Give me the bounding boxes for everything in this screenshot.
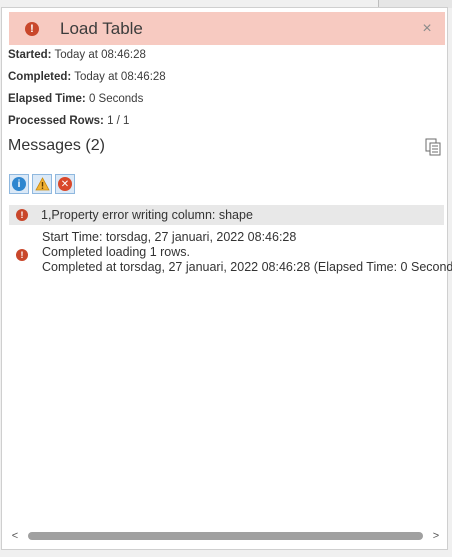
elapsed-label: Elapsed Time: xyxy=(8,93,86,105)
info-icon: i xyxy=(12,177,26,191)
error-icon: ! xyxy=(16,249,28,261)
started-value: Today at 08:46:28 xyxy=(54,49,146,61)
close-button[interactable]: × xyxy=(419,20,435,38)
message-filters: i ✕ xyxy=(9,174,75,194)
messages-list: ! 1,Property error writing column: shape… xyxy=(9,205,452,275)
scroll-left-button[interactable]: < xyxy=(8,530,22,542)
scroll-thumb[interactable] xyxy=(28,532,423,540)
list-item[interactable]: ! Start Time: torsdag, 27 januari, 2022 … xyxy=(9,230,452,275)
processed-rows-row: Processed Rows: 1 / 1 xyxy=(8,113,166,135)
scroll-right-button[interactable]: > xyxy=(429,530,443,542)
completed-value: Today at 08:46:28 xyxy=(74,71,166,83)
info-filter-button[interactable]: i xyxy=(9,174,29,194)
message-line: Completed loading 1 rows. xyxy=(42,245,190,259)
error-filter-button[interactable]: ✕ xyxy=(55,174,75,194)
elapsed-value: 0 Seconds xyxy=(88,93,144,105)
messages-heading: Messages (2) xyxy=(8,137,105,154)
error-icon: ! xyxy=(25,21,39,36)
completed-row: Completed: Today at 08:46:28 xyxy=(8,69,166,91)
elapsed-row: Elapsed Time: 0 Seconds xyxy=(8,91,166,113)
warning-filter-button[interactable] xyxy=(32,174,52,194)
horizontal-scrollbar[interactable]: < > xyxy=(8,528,443,544)
error-x-icon: ✕ xyxy=(58,177,72,191)
copy-icon[interactable] xyxy=(425,138,441,156)
processed-rows-label: Processed Rows: xyxy=(8,115,104,127)
warning-icon xyxy=(34,177,50,191)
list-item[interactable]: ! 1,Property error writing column: shape xyxy=(9,205,444,225)
completed-label: Completed: xyxy=(8,71,72,83)
scroll-track[interactable] xyxy=(24,532,427,540)
started-row: Started: Today at 08:46:28 xyxy=(8,47,166,69)
dialog-title: Load Table xyxy=(60,18,143,38)
message-text: 1,Property error writing column: shape xyxy=(41,208,253,222)
load-statistics: Started: Today at 08:46:28 Completed: To… xyxy=(8,47,166,135)
processed-rows-value: 1 / 1 xyxy=(107,115,130,127)
started-label: Started: xyxy=(8,49,52,61)
error-icon: ! xyxy=(16,209,28,221)
message-line: Completed at torsdag, 27 januari, 2022 0… xyxy=(42,260,452,274)
dialog-title-bar: ! Load Table × xyxy=(9,12,445,45)
message-line: Start Time: torsdag, 27 januari, 2022 08… xyxy=(42,230,297,244)
